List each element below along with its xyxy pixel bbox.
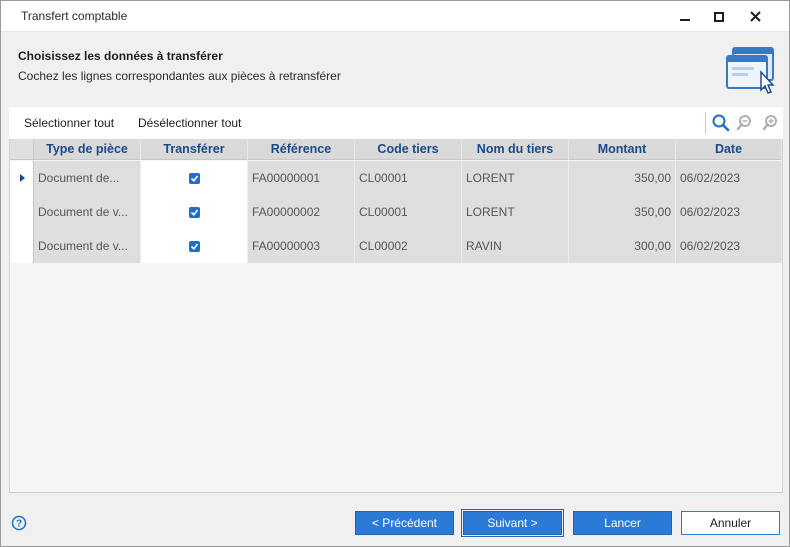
title-bar: Transfert comptable	[1, 1, 789, 32]
cell-nom-tiers[interactable]: RAVIN	[462, 229, 569, 263]
zoom-out-icon[interactable]	[736, 113, 756, 133]
grid-header: Type de pièce Transférer Référence Code …	[10, 139, 782, 160]
cell-date[interactable]: 06/02/2023	[676, 161, 782, 195]
checkmark-icon	[190, 175, 198, 182]
cell-date[interactable]: 06/02/2023	[676, 195, 782, 229]
cell-reference[interactable]: FA00000002	[248, 195, 355, 229]
toolbar-separator	[705, 112, 706, 134]
transfer-checkbox[interactable]	[188, 240, 200, 252]
table-row[interactable]: Document de... FA00000001 CL00001 LORENT…	[10, 161, 782, 195]
column-header-montant[interactable]: Montant	[569, 139, 676, 160]
select-all-button[interactable]: Sélectionner tout	[24, 116, 114, 130]
maximize-icon	[714, 11, 724, 22]
close-button[interactable]	[737, 1, 773, 32]
cell-code-tiers[interactable]: CL00001	[355, 195, 462, 229]
column-header-reference[interactable]: Référence	[248, 139, 355, 160]
cell-code-tiers[interactable]: CL00001	[355, 161, 462, 195]
cell-code-tiers[interactable]: CL00002	[355, 229, 462, 263]
row-indicator[interactable]	[10, 161, 34, 195]
column-header-type[interactable]: Type de pièce	[34, 139, 141, 160]
header-title: Choisissez les données à transférer	[18, 49, 223, 63]
previous-button[interactable]: < Précédent	[355, 511, 454, 535]
column-header-nom-tiers[interactable]: Nom du tiers	[462, 139, 569, 160]
cell-transfer[interactable]	[141, 195, 248, 229]
header-subtitle: Cochez les lignes correspondantes aux pi…	[18, 69, 341, 83]
cell-type[interactable]: Document de v...	[34, 195, 141, 229]
transfer-checkbox[interactable]	[188, 206, 200, 218]
dialog-header: Choisissez les données à transférer Coch…	[1, 32, 789, 107]
help-icon[interactable]: ?	[11, 515, 27, 531]
window-title: Transfert comptable	[21, 9, 128, 23]
data-grid: Type de pièce Transférer Référence Code …	[9, 139, 783, 493]
cell-montant[interactable]: 350,00	[569, 195, 676, 229]
cancel-button[interactable]: Annuler	[681, 511, 780, 535]
window-cursor-icon	[726, 47, 775, 94]
transfer-checkbox[interactable]	[188, 172, 200, 184]
maximize-button[interactable]	[701, 1, 737, 32]
cell-montant[interactable]: 300,00	[569, 229, 676, 263]
row-indicator[interactable]	[10, 229, 34, 263]
minimize-button[interactable]	[667, 1, 703, 32]
cell-nom-tiers[interactable]: LORENT	[462, 195, 569, 229]
current-row-arrow-icon	[20, 174, 25, 182]
cell-transfer[interactable]	[141, 229, 248, 263]
cell-transfer[interactable]	[141, 161, 248, 195]
cell-nom-tiers[interactable]: LORENT	[462, 161, 569, 195]
launch-button[interactable]: Lancer	[573, 511, 672, 535]
column-header-transfer[interactable]: Transférer	[141, 139, 248, 160]
checkmark-icon	[190, 209, 198, 216]
cell-montant[interactable]: 350,00	[569, 161, 676, 195]
cell-date[interactable]: 06/02/2023	[676, 229, 782, 263]
table-row[interactable]: Document de v... FA00000002 CL00001 LORE…	[10, 195, 782, 229]
cell-type[interactable]: Document de...	[34, 161, 141, 195]
zoom-in-icon[interactable]	[760, 113, 780, 133]
cell-reference[interactable]: FA00000003	[248, 229, 355, 263]
cell-reference[interactable]: FA00000001	[248, 161, 355, 195]
grid-corner	[10, 139, 34, 159]
search-icon[interactable]	[711, 113, 731, 133]
next-button[interactable]: Suivant >	[461, 509, 564, 537]
transfer-dialog: Transfert comptable Choisissez les donné…	[0, 0, 790, 547]
close-icon	[749, 11, 761, 22]
column-header-code-tiers[interactable]: Code tiers	[355, 139, 462, 160]
deselect-all-button[interactable]: Désélectionner tout	[138, 116, 241, 130]
grid-toolbar: Sélectionner tout Désélectionner tout	[9, 107, 783, 139]
svg-text:?: ?	[16, 519, 22, 530]
minimize-icon	[680, 18, 690, 21]
column-header-date[interactable]: Date	[676, 139, 782, 160]
table-row[interactable]: Document de v... FA00000003 CL00002 RAVI…	[10, 229, 782, 263]
checkmark-icon	[190, 243, 198, 250]
cell-type[interactable]: Document de v...	[34, 229, 141, 263]
row-indicator[interactable]	[10, 195, 34, 229]
